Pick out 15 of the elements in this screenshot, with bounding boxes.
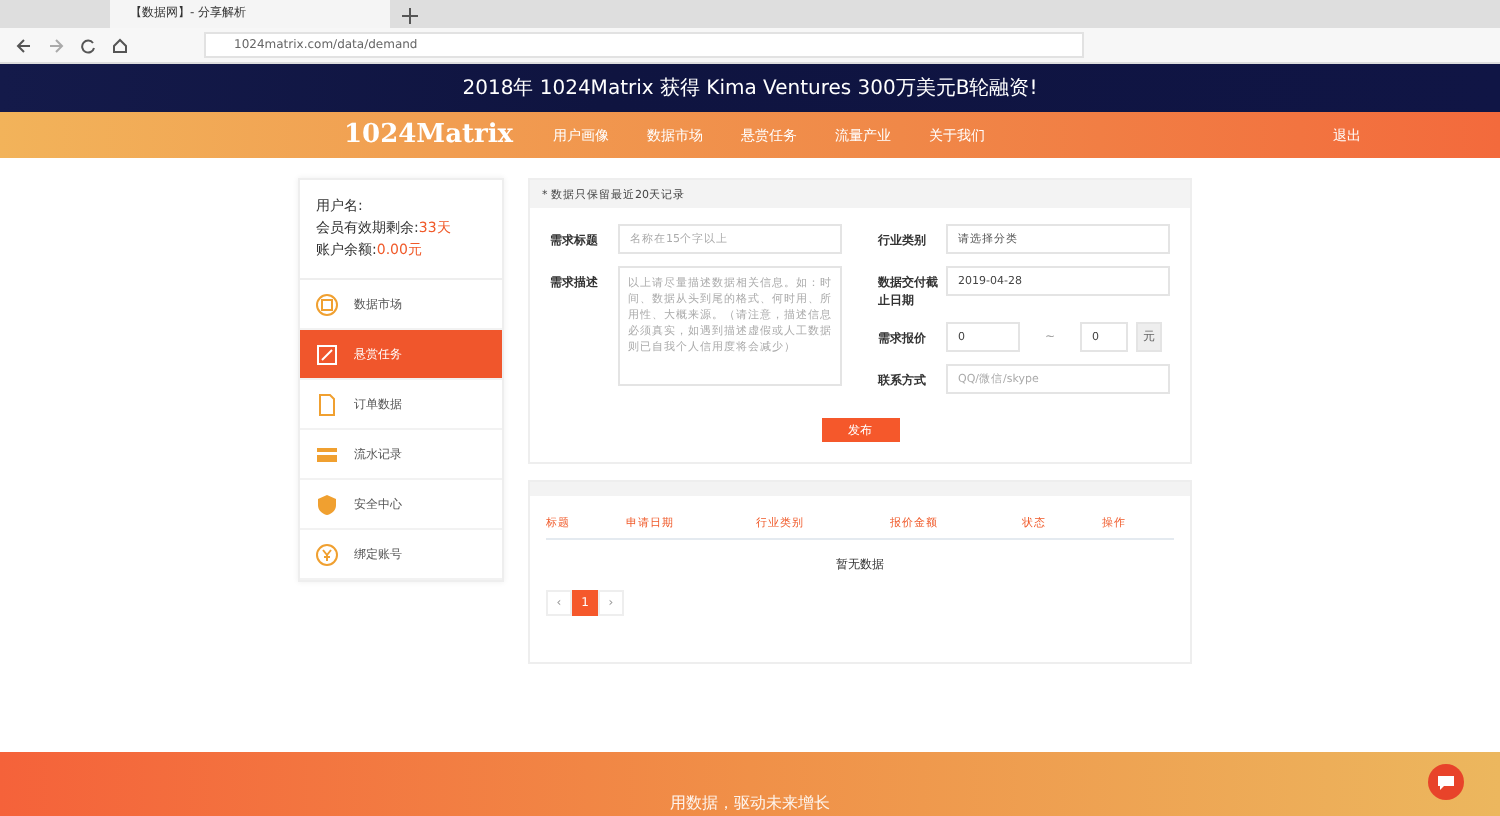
chat-button[interactable] — [1428, 764, 1464, 800]
edit-icon — [316, 343, 338, 365]
doc-icon — [316, 393, 338, 415]
new-tab-icon[interactable] — [402, 8, 418, 24]
yen-icon — [316, 543, 338, 565]
footer-slogan: 用数据，驱动未来增长 — [670, 792, 830, 816]
banner-text: 2018年 1024Matrix 获得 Kima Ventures 300万美元B轮融资! — [462, 75, 1038, 102]
home-icon[interactable] — [112, 37, 128, 53]
chat-bubble-icon — [1436, 773, 1456, 791]
back-icon[interactable] — [16, 37, 32, 53]
circle-icon — [316, 293, 338, 315]
card-icon — [316, 443, 338, 465]
shield-icon — [316, 493, 338, 515]
reload-icon[interactable] — [80, 37, 96, 53]
logo[interactable]: 1024Matrix — [344, 120, 514, 150]
